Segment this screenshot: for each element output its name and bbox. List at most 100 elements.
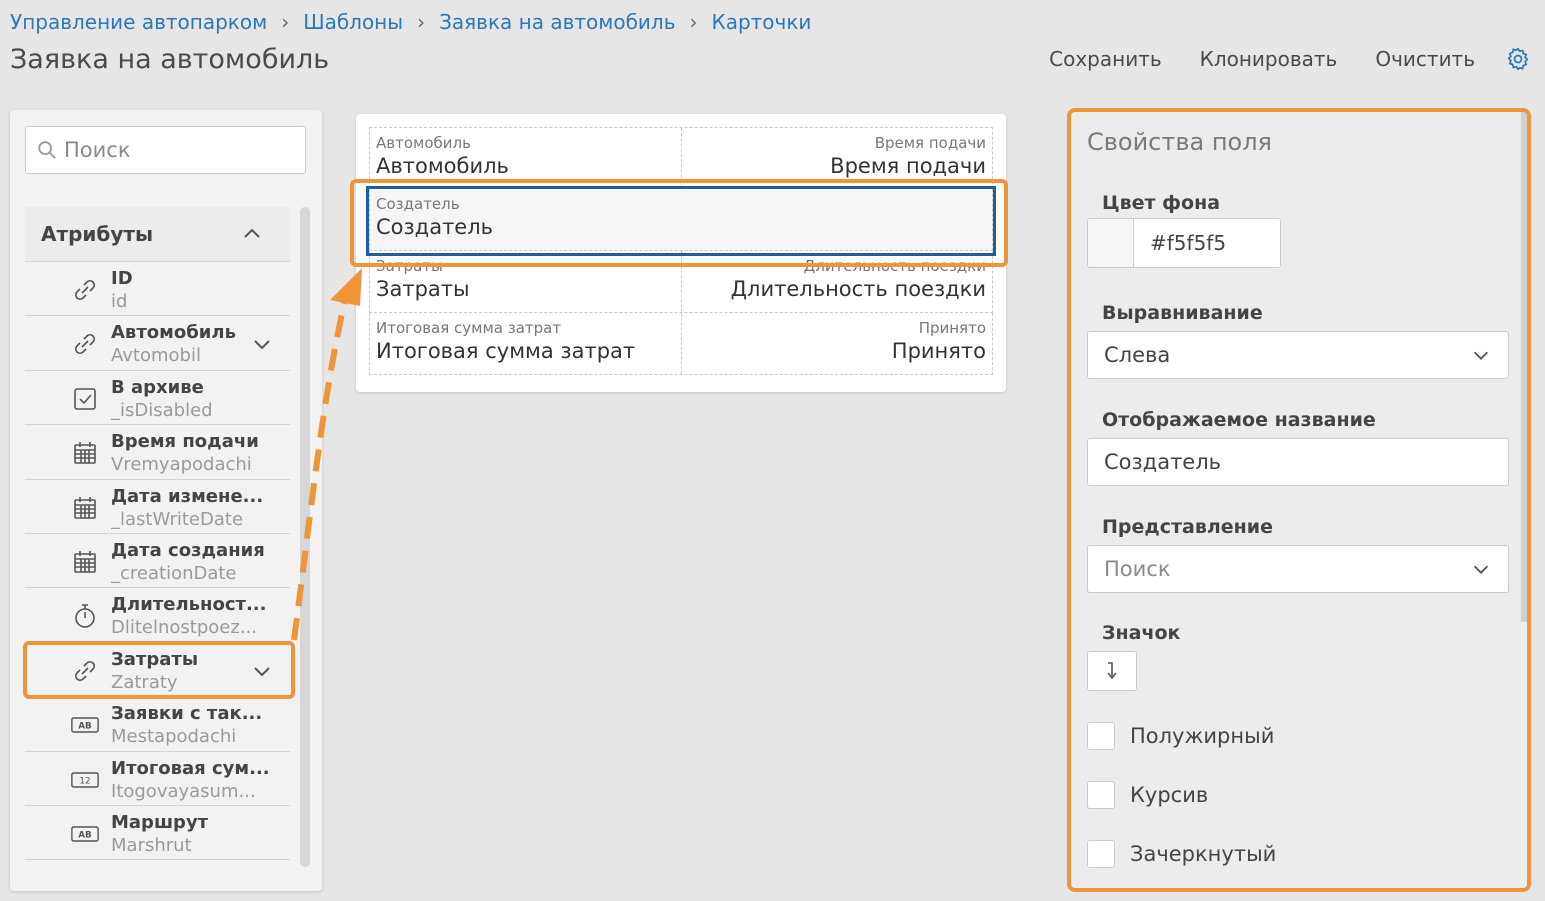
attribute-item[interactable]: 12 Итоговая сум... Itogovayasum... bbox=[25, 751, 290, 806]
italic-checkbox[interactable] bbox=[1087, 781, 1115, 809]
attribute-name: Заявки с так... bbox=[111, 703, 263, 725]
strike-checkbox[interactable] bbox=[1087, 840, 1115, 868]
color-hex-input[interactable]: #f5f5f5 bbox=[1133, 218, 1281, 268]
card-row: Итоговая сумма затрат Итоговая сумма зат… bbox=[369, 313, 993, 375]
attributes-panel: Поиск Атрибуты ID id Автомобиль Avtomobil В … bbox=[10, 110, 322, 891]
scrollbar[interactable] bbox=[1521, 112, 1527, 622]
field-label: Время подачи bbox=[874, 134, 986, 152]
color-swatch[interactable] bbox=[1087, 218, 1133, 268]
chevron-right-icon: › bbox=[689, 10, 698, 34]
attribute-item[interactable]: В архиве _isDisabled bbox=[25, 370, 290, 426]
icon-picker-button[interactable] bbox=[1087, 651, 1137, 691]
chevron-right-icon: › bbox=[417, 10, 426, 34]
link-icon bbox=[71, 276, 99, 304]
text-ab-icon: AB bbox=[71, 711, 99, 739]
link-icon bbox=[71, 330, 99, 358]
attribute-name: Время подачи bbox=[111, 431, 259, 453]
attribute-name: Маршрут bbox=[111, 811, 209, 833]
attribute-code: Marshrut bbox=[111, 834, 192, 856]
section-title: Атрибуты bbox=[41, 222, 154, 246]
breadcrumb: Управление автопарком › Шаблоны › Заявка… bbox=[10, 10, 811, 34]
breadcrumb-item-fleet[interactable]: Управление автопарком bbox=[10, 10, 267, 34]
save-button[interactable]: Сохранить bbox=[1049, 47, 1162, 71]
italic-label: Курсив bbox=[1130, 783, 1209, 807]
bold-label: Полужирный bbox=[1130, 724, 1275, 748]
attribute-code: Dlitelnostpoez... bbox=[111, 617, 257, 639]
attribute-item[interactable]: Длительност... Dlitelnostpoez... bbox=[25, 588, 290, 643]
attribute-name: Автомобиль bbox=[111, 322, 236, 344]
bold-checkbox[interactable] bbox=[1087, 722, 1115, 750]
field-value: Принято bbox=[891, 339, 986, 363]
attribute-item[interactable]: AB Заявки с так... Mestapodachi bbox=[25, 697, 290, 752]
bold-option[interactable]: Полужирный bbox=[1087, 722, 1274, 750]
field-properties-panel: Свойства поля Цвет фона #f5f5f5 Выравнив… bbox=[1067, 108, 1531, 892]
field-value: Длительность поездки bbox=[730, 277, 986, 301]
attributes-section-header[interactable]: Атрибуты bbox=[25, 207, 290, 262]
page-title: Заявка на автомобиль bbox=[10, 44, 330, 75]
highlight-frame-attribute bbox=[23, 641, 295, 699]
attribute-list: Атрибуты ID id Автомобиль Avtomobil В архиве… bbox=[25, 207, 290, 861]
field-label: Автомобиль bbox=[376, 134, 471, 152]
align-label: Выравнивание bbox=[1102, 302, 1263, 324]
attribute-item[interactable]: Дата создания _creationDate bbox=[25, 533, 290, 589]
svg-text:AB: AB bbox=[78, 830, 92, 840]
svg-text:AB: AB bbox=[78, 722, 92, 732]
attribute-item[interactable]: Автомобиль Avtomobil bbox=[25, 316, 290, 371]
scrollbar[interactable] bbox=[300, 207, 310, 867]
search-placeholder: Поиск bbox=[64, 138, 131, 162]
attribute-code: Itogovayasum... bbox=[111, 780, 256, 802]
field-value: Затраты bbox=[376, 277, 470, 301]
attribute-code: _isDisabled bbox=[111, 399, 213, 421]
search-input[interactable]: Поиск bbox=[25, 126, 306, 174]
strike-option[interactable]: Зачеркнутый bbox=[1087, 840, 1276, 868]
breadcrumb-item-templates[interactable]: Шаблоны bbox=[303, 10, 403, 34]
gear-icon[interactable] bbox=[1505, 46, 1531, 72]
icon-label: Значок bbox=[1102, 622, 1181, 644]
checkbox-icon bbox=[71, 385, 99, 413]
attribute-item[interactable]: Время подачи Vremyapodachi bbox=[25, 425, 290, 480]
stopwatch-icon bbox=[71, 602, 99, 630]
chevron-right-icon: › bbox=[281, 10, 290, 34]
attribute-item[interactable]: ID id bbox=[25, 262, 290, 317]
field-label: Принято bbox=[918, 319, 986, 337]
card-field-accepted[interactable]: Принято Принято bbox=[680, 313, 993, 374]
chevron-down-icon[interactable] bbox=[250, 332, 274, 356]
clone-button[interactable]: Клонировать bbox=[1200, 47, 1338, 71]
italic-option[interactable]: Курсив bbox=[1087, 781, 1208, 809]
display-name-input[interactable]: Создатель bbox=[1087, 438, 1509, 486]
bg-color-field[interactable]: #f5f5f5 bbox=[1087, 218, 1281, 268]
display-name-value: Создатель bbox=[1104, 450, 1222, 474]
card-field-total[interactable]: Итоговая сумма затрат Итоговая сумма зат… bbox=[370, 313, 681, 374]
attribute-code: _creationDate bbox=[111, 562, 237, 584]
clear-button[interactable]: Очистить bbox=[1375, 47, 1475, 71]
display-name-label: Отображаемое название bbox=[1102, 409, 1376, 431]
attribute-code: id bbox=[111, 291, 128, 312]
number-12-icon: 12 bbox=[71, 766, 99, 794]
align-value: Слева bbox=[1104, 343, 1171, 367]
view-label: Представление bbox=[1102, 516, 1273, 538]
calendar-icon bbox=[71, 548, 99, 576]
arrow-down-icon bbox=[1107, 662, 1117, 680]
align-select[interactable]: Слева bbox=[1087, 331, 1509, 379]
breadcrumb-item-cards[interactable]: Карточки bbox=[712, 10, 812, 34]
calendar-icon bbox=[71, 439, 99, 467]
attribute-code: Mestapodachi bbox=[111, 726, 237, 748]
svg-text:12: 12 bbox=[79, 776, 90, 786]
attribute-name: Итоговая сум... bbox=[111, 757, 270, 779]
attribute-item[interactable]: Дата измене... _lastWriteDate bbox=[25, 479, 290, 534]
text-ab-icon: AB bbox=[71, 820, 99, 848]
attribute-name: Длительност... bbox=[111, 594, 267, 616]
strike-label: Зачеркнутый bbox=[1130, 842, 1277, 866]
search-icon bbox=[38, 141, 56, 159]
field-value: Автомобиль bbox=[376, 154, 509, 178]
field-value: Итоговая сумма затрат bbox=[376, 339, 636, 363]
chevron-up-icon[interactable] bbox=[240, 222, 264, 246]
attribute-code: Vremyapodachi bbox=[111, 454, 252, 476]
attribute-item[interactable]: AB Маршрут Marshrut bbox=[25, 805, 290, 861]
attribute-name: В архиве bbox=[111, 376, 204, 398]
attribute-name: Дата создания bbox=[111, 539, 265, 561]
breadcrumb-item-request[interactable]: Заявка на автомобиль bbox=[439, 10, 675, 34]
view-select[interactable]: Поиск bbox=[1087, 545, 1509, 593]
panel-title: Свойства поля bbox=[1087, 128, 1272, 156]
attribute-code: _lastWriteDate bbox=[111, 508, 244, 530]
